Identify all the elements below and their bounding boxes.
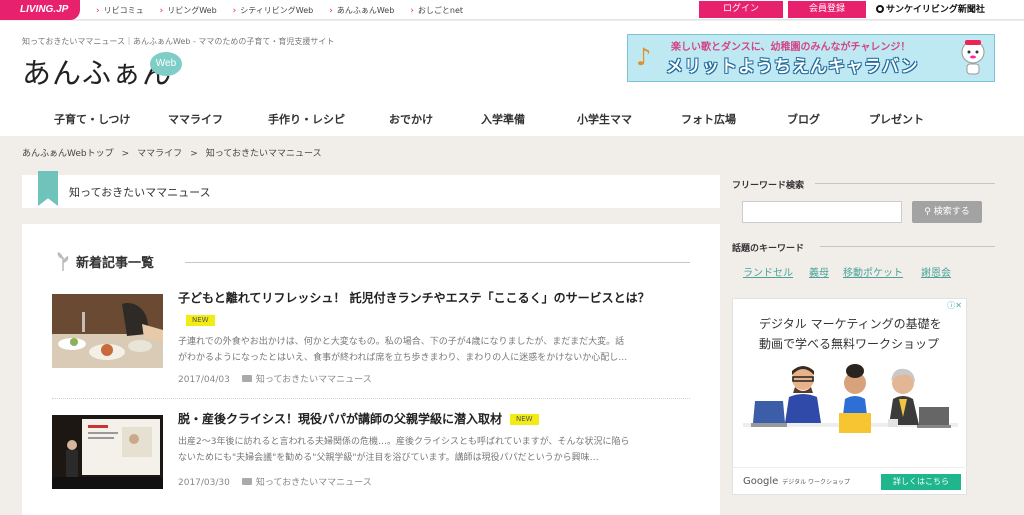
top-link-ribicomu[interactable]: リビコミュ (96, 5, 144, 16)
keyword-link[interactable]: 謝恩会 (921, 264, 951, 279)
top-link-living-web[interactable]: リビングWeb (160, 5, 216, 16)
ad-choices-icon[interactable]: ⓘ✕ (940, 301, 962, 311)
article-divider (52, 398, 690, 399)
nav-item-school-prep[interactable]: 入学準備 (481, 111, 525, 127)
nav-item-parenting[interactable]: 子育て・しつけ (54, 111, 130, 127)
site-logo-web-badge[interactable]: Web (150, 52, 182, 76)
new-badge: NEW (510, 414, 539, 425)
article-category[interactable]: 知っておきたいママニュース (256, 375, 372, 385)
top-link-oshigoto-net[interactable]: おしごとnet (410, 5, 463, 16)
nav-item-handmade-recipe[interactable]: 手作り・レシピ (268, 111, 345, 127)
top-link-anfan-web[interactable]: あんふぁんWeb (329, 5, 394, 16)
article-excerpt: 出産2～3年後に訪れると言われる夫婦関係の危機…。産後クライシスとも呼ばれていま… (178, 437, 630, 463)
breadcrumb-current: 知っておきたいママニュース (205, 149, 322, 159)
ad-headline: デジタル マーケティングの基礎を 動画で学べる無料ワークショップ (759, 317, 942, 351)
keyword-link[interactable]: 義母 (809, 264, 829, 279)
new-badge: NEW (186, 315, 215, 326)
top-bar: LIVING.JP リビコミュ リビングWeb シティリビングWeb あんふぁん… (0, 0, 1024, 20)
site-header: 知っておきたいママニュース｜あんふぁんWeb - ママのための子育て・育児支援サ… (0, 21, 1024, 136)
article-title[interactable]: 脱・産後クライシス！現役パパが講師の父親学級に潜入取材 NEW (178, 410, 539, 427)
nav-item-elementary-mama[interactable]: 小学生ママ (577, 111, 632, 127)
top-link-city-living-web[interactable]: シティリビングWeb (233, 5, 313, 16)
keyword-link[interactable]: ランドセル (743, 264, 793, 279)
article-title[interactable]: 子どもと離れてリフレッシュ！ 託児付きランチやエステ「ここるく」のサービスとは？ (178, 289, 650, 306)
breadcrumb-separator: > (190, 149, 198, 159)
site-tagline: 知っておきたいママニュース｜あんふぁんWeb - ママのための子育て・育児支援サ… (22, 37, 335, 46)
article-list-panel: 新着記事一覧 子どもと離れてリフレッシュ！ 託児付きランチやエステ「ここるく」の… (22, 224, 720, 515)
sprout-icon (57, 252, 69, 271)
section-heading: 新着記事一覧 (56, 251, 154, 271)
breadcrumb: あんふぁんWebトップ > ママライフ > 知っておきたいママニュース (22, 146, 322, 159)
keyword-link[interactable]: 移動ポケット (843, 264, 903, 279)
top-links: リビコミュ リビングWeb シティリビングWeb あんふぁんWeb おしごとne… (96, 0, 479, 20)
nav-item-mama-life[interactable]: ママライフ (168, 111, 223, 127)
breadcrumb-home[interactable]: あんふぁんWebトップ (22, 149, 114, 159)
article-meta: 2017/04/03 知っておきたいママニュース (178, 372, 372, 385)
folder-icon (241, 478, 252, 485)
ad-illustration (743, 364, 958, 433)
section-title: 新着記事一覧 (76, 255, 155, 271)
publisher-logo[interactable]: サンケイリビング新聞社 (876, 2, 985, 15)
article-date: 2017/04/03 (178, 375, 230, 385)
search-input[interactable] (742, 201, 902, 223)
breadcrumb-mama-life[interactable]: ママライフ (137, 149, 182, 159)
search-button[interactable]: ⚲ 検索する (912, 201, 982, 223)
bookmark-ribbon-icon (38, 171, 58, 206)
search-label: フリーワード検索 (732, 181, 805, 191)
article-excerpt: 子連れでの外食やお出かけは、何かと大変なもの。私の場合、下の子が4歳になりました… (178, 337, 628, 363)
nav-item-present[interactable]: プレゼント (869, 111, 924, 127)
login-button[interactable]: ログイン (699, 1, 783, 18)
ad-footer: Google デジタル ワークショップ 詳しくはこちら (733, 467, 968, 495)
article-meta: 2017/03/30 知っておきたいママニュース (178, 475, 372, 488)
search-icon: ⚲ (924, 207, 931, 217)
page-title: 知っておきたいママニュース (69, 186, 211, 199)
nav-item-blog[interactable]: ブログ (787, 111, 820, 127)
nav-item-outing[interactable]: おでかけ (389, 111, 433, 127)
banner-title: メリットようちえんキャラバン (666, 57, 919, 77)
breadcrumb-separator: > (121, 149, 130, 159)
sidebar-ad[interactable]: ⓘ✕ デジタル マーケティングの基礎を 動画で学べる無料ワークショップ Googl… (732, 298, 968, 495)
sidebar-divider (815, 183, 995, 184)
ad-details-button[interactable]: 詳しくはこちら (881, 474, 961, 490)
nav-item-photo[interactable]: フォト広場 (681, 111, 736, 127)
folder-icon (241, 375, 252, 382)
sankei-logo-icon (876, 5, 884, 13)
section-divider (185, 262, 690, 263)
banner-subtitle: 楽しい歌とダンスに、幼稚園のみんながチャレンジ！ (671, 42, 911, 53)
article-date: 2017/03/30 (178, 478, 230, 488)
article-thumbnail[interactable] (52, 294, 163, 368)
list-item[interactable]: 子どもと離れてリフレッシュ！ 託児付きランチやエステ「ここるく」のサービスとは？… (52, 291, 692, 404)
register-button[interactable]: 会員登録 (788, 1, 866, 18)
sheep-mascot-icon (961, 40, 985, 75)
living-jp-logo[interactable]: LIVING.JP (0, 0, 80, 20)
keyword-label: 話題のキーワード (732, 244, 805, 254)
site-logo[interactable]: あんふぁん (22, 50, 172, 92)
article-thumbnail[interactable] (52, 415, 163, 489)
article-category[interactable]: 知っておきたいママニュース (256, 478, 372, 488)
caravan-banner[interactable]: ♪ 楽しい歌とダンスに、幼稚園のみんながチャレンジ！ メリットようちえんキャラバ… (627, 34, 995, 82)
music-note-icon: ♪ (636, 43, 652, 71)
page-title-box: 知っておきたいママニュース (22, 171, 720, 208)
list-item[interactable]: 脱・産後クライシス！現役パパが講師の父親学級に潜入取材 NEW 出産2～3年後に訪… (52, 412, 692, 515)
ad-brand: Google デジタル ワークショップ (743, 476, 851, 487)
sidebar-divider (820, 246, 995, 247)
